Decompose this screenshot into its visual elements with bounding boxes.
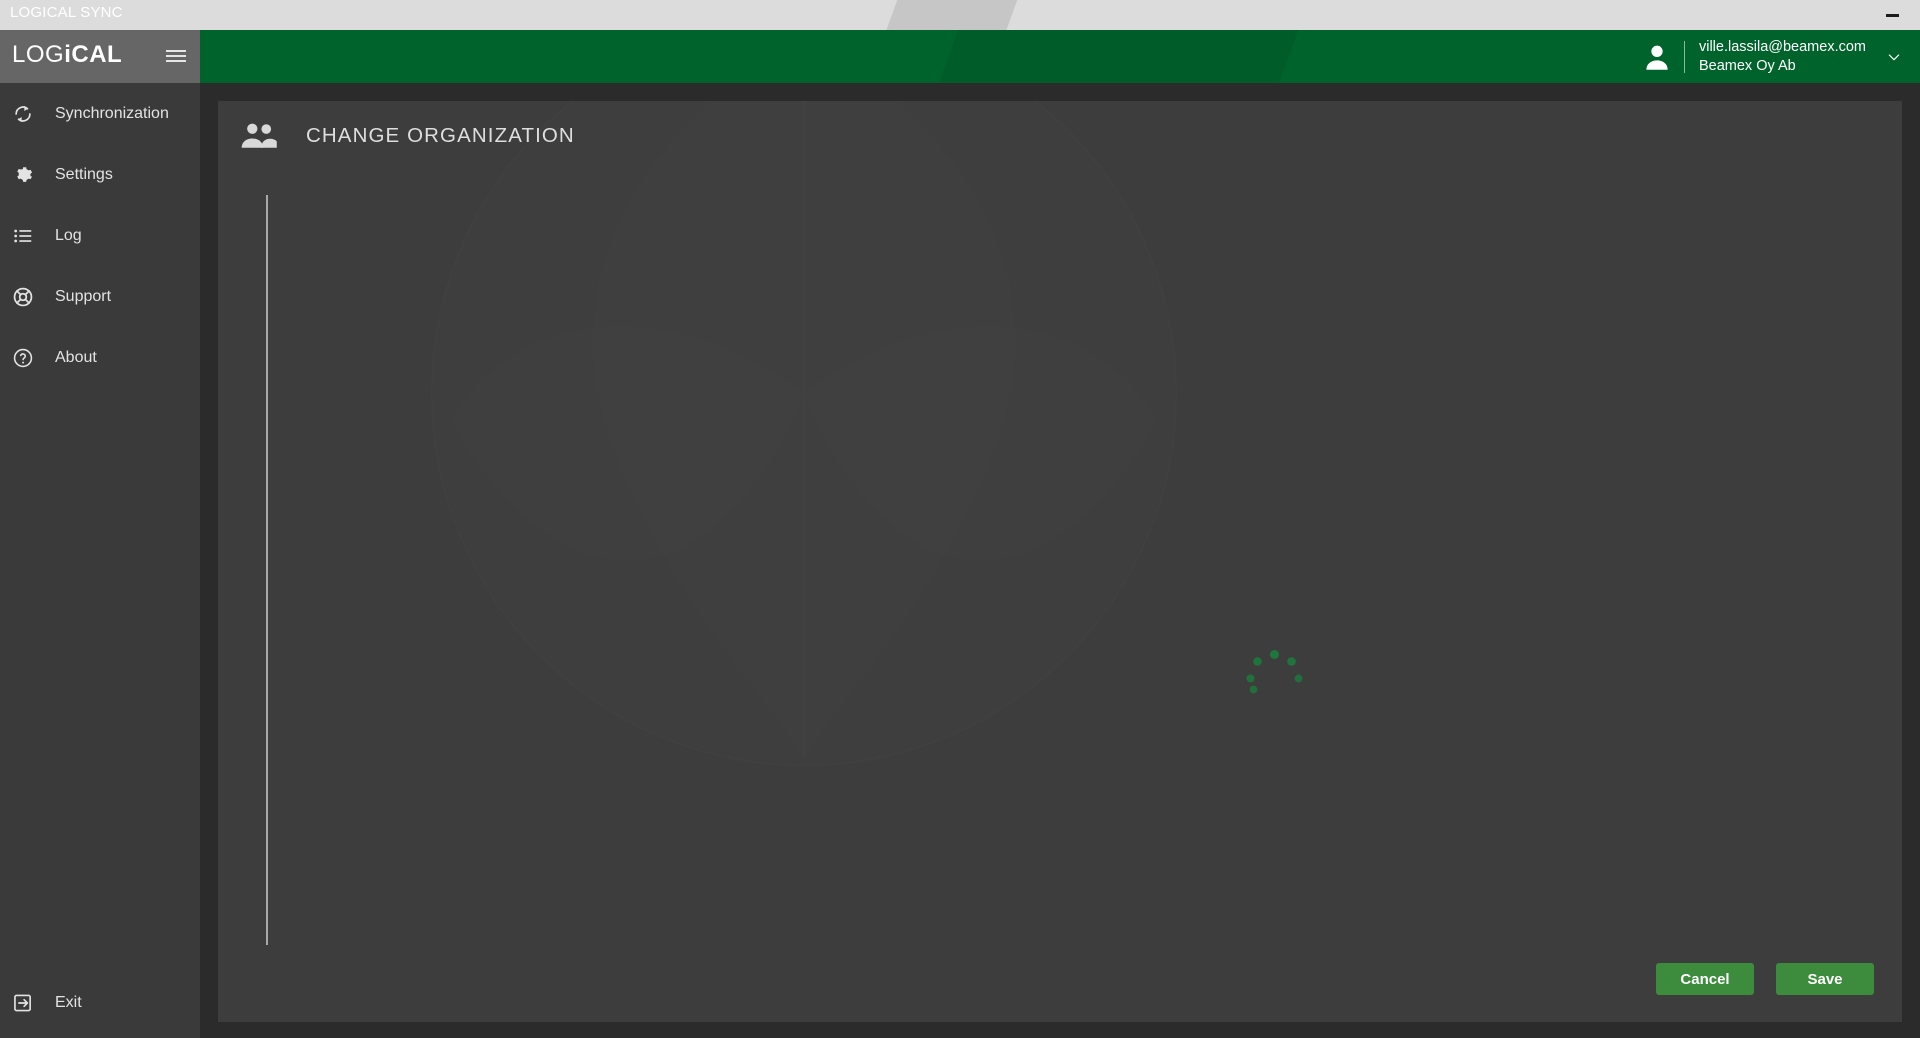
sidebar-item-synchronization[interactable]: Synchronization (0, 92, 200, 136)
user-divider (1683, 40, 1685, 73)
content-panel: CHANGE ORGANIZATION Cancel Save (218, 101, 1902, 1022)
sidebar-item-support[interactable]: Support (0, 275, 200, 319)
sidebar-item-label: About (55, 349, 97, 366)
content-vertical-rule (266, 195, 268, 945)
minimize-icon (1885, 13, 1899, 17)
app-logo: LOGiCAL (12, 43, 122, 67)
top-header-bar: ville.lassila@beamex.com Beamex Oy Ab (200, 30, 1920, 83)
user-info: ville.lassila@beamex.com Beamex Oy Ab (1699, 38, 1866, 74)
logo-text-part3: CAL (71, 41, 123, 68)
exit-icon (10, 990, 36, 1016)
sidebar-item-label: Log (55, 227, 82, 244)
group-people-icon (241, 123, 277, 148)
sidebar: Synchronization Settings Log Support Abo… (0, 83, 200, 1038)
question-circle-icon (10, 345, 36, 371)
hamburger-icon[interactable] (166, 50, 186, 64)
user-account-menu[interactable]: ville.lassila@beamex.com Beamex Oy Ab (1640, 30, 1902, 83)
logo-text-part1: LOG (12, 41, 65, 68)
sidebar-item-label: Support (55, 288, 112, 305)
sidebar-item-about[interactable]: About (0, 336, 200, 380)
panel-footer-actions: Cancel Save (1656, 963, 1874, 995)
list-icon (10, 223, 36, 249)
lifebuoy-icon (10, 284, 36, 310)
background-watermark (424, 101, 1184, 773)
window-title-bar: LOGICAL SYNC (0, 0, 1920, 30)
user-avatar-icon (1646, 45, 1668, 70)
cancel-button[interactable]: Cancel (1656, 963, 1754, 995)
brand-bar: LOGiCAL (0, 30, 200, 83)
panel-header: CHANGE ORGANIZATION (240, 120, 575, 152)
page-title: CHANGE ORGANIZATION (306, 124, 575, 147)
user-organization: Beamex Oy Ab (1698, 57, 1796, 74)
window-title: LOGICAL SYNC (10, 4, 123, 21)
sidebar-item-log[interactable]: Log (0, 214, 200, 258)
loading-spinner (1245, 649, 1303, 707)
save-button[interactable]: Save (1776, 963, 1874, 995)
chevron-down-icon[interactable] (1886, 49, 1902, 65)
sync-icon (10, 101, 36, 127)
sidebar-item-label: Exit (55, 994, 82, 1011)
user-email: ville.lassila@beamex.com (1698, 39, 1866, 56)
sidebar-item-exit[interactable]: Exit (0, 981, 200, 1025)
sidebar-item-settings[interactable]: Settings (0, 153, 200, 197)
header-diagonal-accent (907, 30, 1313, 83)
window-minimize-button[interactable] (1874, 0, 1910, 30)
titlebar-diagonal-accent (875, 0, 1025, 30)
sidebar-item-label: Settings (55, 166, 113, 183)
gear-icon (10, 162, 36, 188)
sidebar-item-label: Synchronization (55, 105, 169, 122)
